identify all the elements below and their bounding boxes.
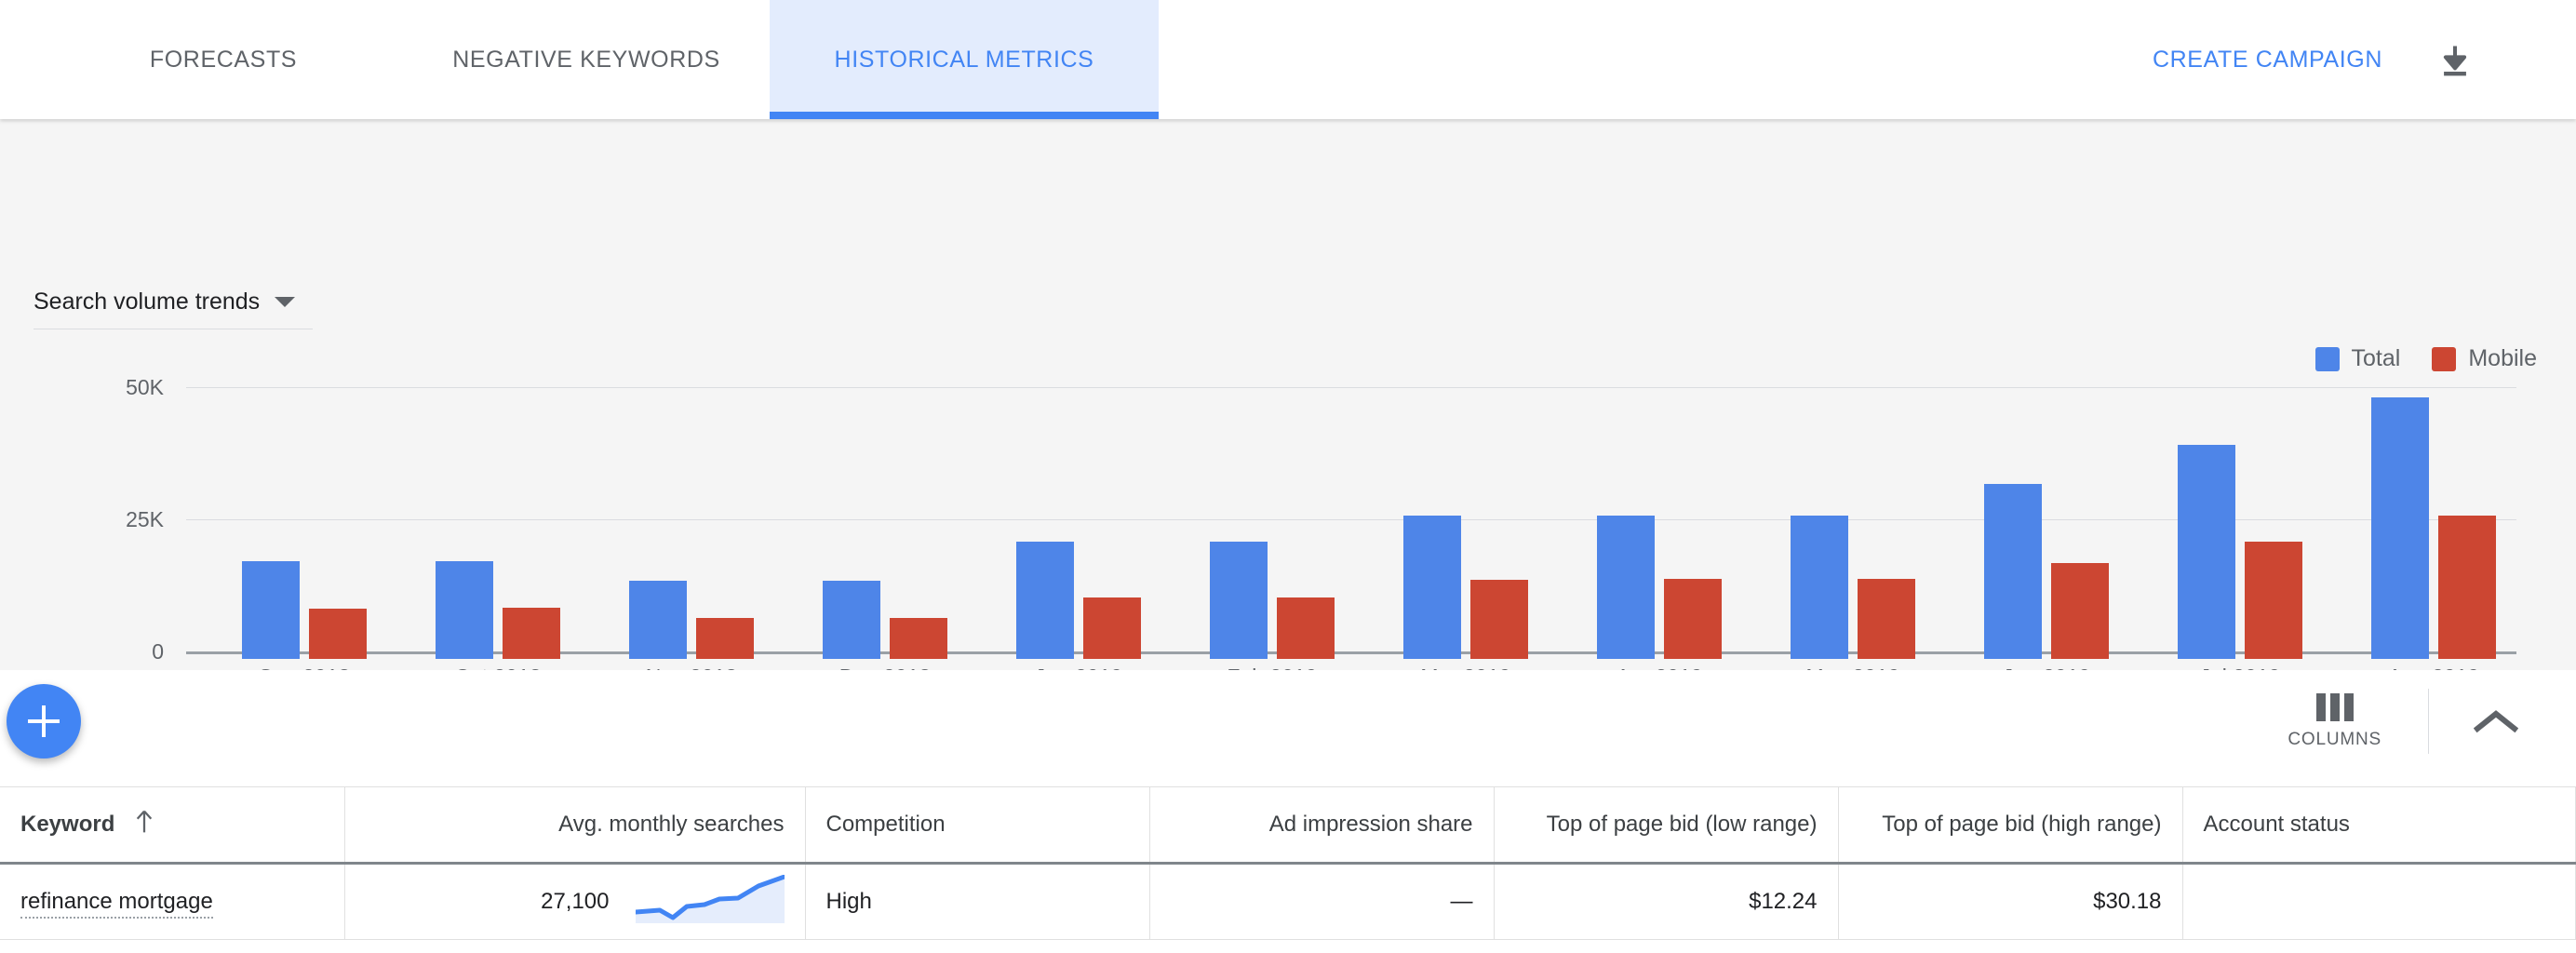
tab-negative-keywords[interactable]: NEGATIVE KEYWORDS [433,0,740,119]
legend-item-total[interactable]: Total [2314,345,2401,372]
bar-group: Mar 2019 [1403,387,1528,689]
top-tab-bar: FORECASTS NEGATIVE KEYWORDS HISTORICAL M… [0,0,2576,119]
tab-forecasts[interactable]: FORECASTS [84,0,363,119]
table-toolbar: COLUMNS [2261,689,2542,754]
keyword-link[interactable]: refinance mortgage [20,889,213,919]
bar-mobile[interactable] [2438,516,2496,659]
bar-mobile[interactable] [309,609,367,659]
bar-total[interactable] [1984,484,2042,659]
bar-mobile[interactable] [1470,579,1528,659]
bar-group: Apr 2019 [1597,387,1722,689]
toolbar-divider [2428,689,2429,754]
y-axis-tick-label: 50K [126,375,164,399]
bar-group: Aug 2019 [2371,387,2496,689]
bar-total[interactable] [1791,516,1848,659]
cell-top-of-page-bid-low: $12.24 [1494,863,1839,940]
bar-total[interactable] [1403,516,1461,659]
bar-total[interactable] [823,580,880,659]
y-axis-tick-label: 25K [126,507,164,531]
column-header-competition[interactable]: Competition [805,786,1150,865]
bar-group: May 2019 [1791,387,1915,689]
bar-group: Jul 2019 [2178,387,2302,689]
bar-mobile[interactable] [503,607,560,659]
bar-total[interactable] [2371,396,2429,659]
bar-total[interactable] [1210,541,1268,659]
cell-account-status [2182,863,2576,940]
add-keyword-button[interactable] [7,684,81,758]
bar-mobile[interactable] [696,618,754,659]
column-header-avg-monthly-searches[interactable]: Avg. monthly searches [344,786,806,865]
tab-historical-metrics[interactable]: HISTORICAL METRICS [770,0,1159,119]
keyword-table: Keyword Avg. monthly searches Competitio… [0,786,2576,940]
create-campaign-button[interactable]: CREATE CAMPAIGN [2153,0,2382,119]
column-header-top-of-page-bid-low[interactable]: Top of page bid (low range) [1494,786,1839,865]
bar-mobile[interactable] [1664,579,1722,659]
bar-mobile[interactable] [1083,597,1141,659]
bar-total[interactable] [1597,516,1655,659]
columns-button[interactable]: COLUMNS [2261,692,2408,750]
chevron-down-icon [275,297,296,307]
legend-label-total: Total [2351,345,2401,371]
table-header-row: Keyword Avg. monthly searches Competitio… [0,786,2576,865]
bar-mobile[interactable] [1277,597,1335,659]
metric-selector[interactable]: Search volume trends [34,289,313,329]
table-body: refinance mortgage 27,100 High — $12.24 … [0,863,2576,940]
tab-list: FORECASTS NEGATIVE KEYWORDS HISTORICAL M… [0,0,1159,119]
bar-total[interactable] [436,560,493,659]
bar-mobile[interactable] [1858,579,1915,659]
bar-group: Feb 2019 [1210,387,1335,689]
avg-monthly-searches-value: 27,100 [541,889,610,914]
bar-total[interactable] [1016,541,1074,659]
trend-sparkline [633,874,786,930]
columns-icon [2315,692,2354,721]
column-header-account-status[interactable]: Account status [2182,786,2576,865]
bar-mobile[interactable] [2245,541,2302,659]
bar-group: Jun 2019 [1984,387,2109,689]
arrow-up-icon [134,810,154,840]
legend-swatch-mobile [2432,346,2457,371]
cell-keyword: refinance mortgage [0,863,345,940]
tab-historical-metrics-label: HISTORICAL METRICS [834,46,1094,73]
tab-forecasts-label: FORECASTS [149,46,298,73]
legend-swatch-total [2314,346,2340,371]
bar-mobile[interactable] [890,617,947,659]
search-volume-chart-panel: Search volume trends Total Mobile 0 25K 50… [0,119,2576,689]
cell-top-of-page-bid-high: $30.18 [1838,863,2183,940]
plus-icon-vertical [42,705,46,737]
cell-competition: High [805,863,1150,940]
collapse-chart-button[interactable] [2449,707,2542,735]
column-header-top-of-page-bid-high[interactable]: Top of page bid (high range) [1838,786,2183,865]
bar-total[interactable] [629,580,687,659]
table-row[interactable]: refinance mortgage 27,100 High — $12.24 … [0,863,2576,940]
tab-negative-keywords-label: NEGATIVE KEYWORDS [452,46,720,73]
table-header: Keyword Avg. monthly searches Competitio… [0,786,2576,865]
column-header-keyword[interactable]: Keyword [0,786,345,865]
keyword-planner-page: FORECASTS NEGATIVE KEYWORDS HISTORICAL M… [0,0,2576,953]
column-header-ad-impression-share[interactable]: Ad impression share [1149,786,1495,865]
bar-group: Jan 2019 [1016,387,1141,689]
column-header-keyword-label: Keyword [20,811,115,837]
cell-avg-monthly-searches: 27,100 [344,863,806,940]
legend-label-mobile: Mobile [2468,345,2537,371]
legend-item-mobile[interactable]: Mobile [2432,345,2537,372]
chevron-up-icon [2474,710,2518,733]
bar-group: Dec 2018 [823,387,947,689]
download-icon[interactable] [2435,41,2475,82]
bar-group: Sep 2018 [242,387,367,689]
bar-mobile[interactable] [2051,563,2109,659]
bar-group: Nov 2018 [629,387,754,689]
cell-ad-impression-share: — [1149,863,1495,940]
columns-button-label: COLUMNS [2288,729,2381,749]
bar-total[interactable] [2178,444,2235,659]
bar-chart-plot: 0 25K 50K Sep 2018 Oct 2018 Nov 2018 Dec 2018 J… [93,375,2516,689]
bar-total[interactable] [242,560,300,659]
y-axis-tick-label: 0 [152,639,164,664]
metric-selector-label: Search volume trends [34,289,261,315]
create-campaign-label: CREATE CAMPAIGN [2153,46,2382,73]
chart-legend: Total Mobile [2314,345,2537,372]
bar-group: Oct 2018 [436,387,560,689]
